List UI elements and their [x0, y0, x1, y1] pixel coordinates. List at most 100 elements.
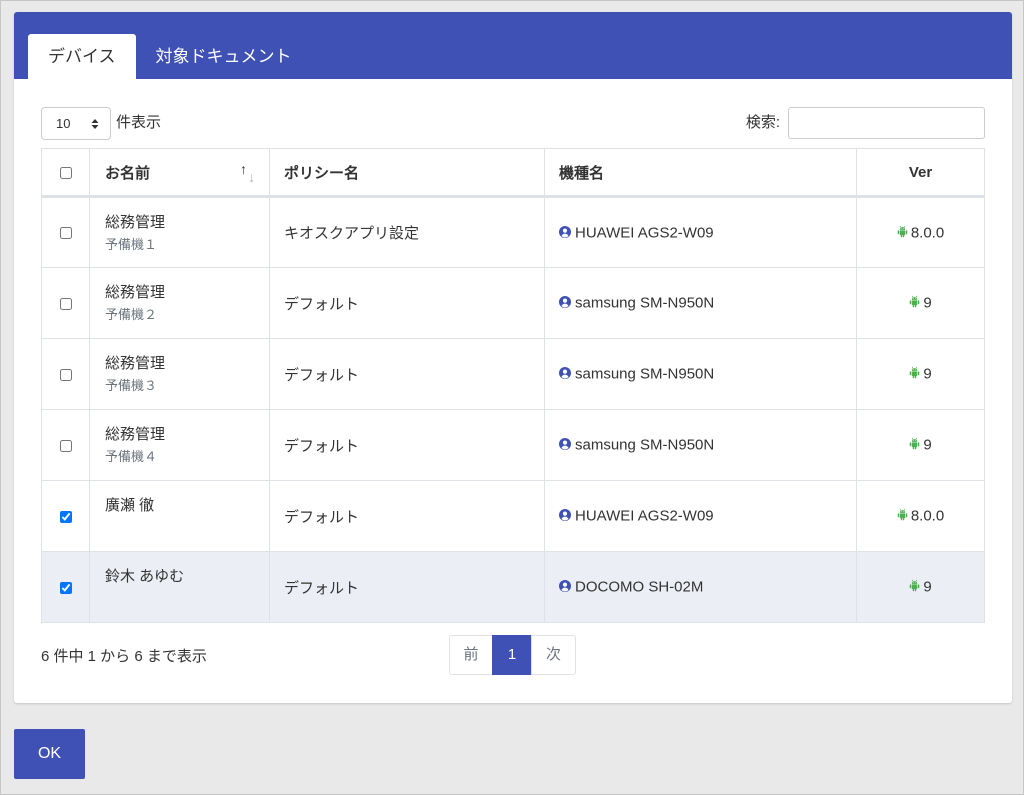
android-icon: [909, 366, 920, 379]
name-cell: 廣瀬 徹: [89, 480, 270, 552]
model-name: samsung SM-N950N: [575, 294, 715, 312]
row-select-cell: [41, 409, 90, 481]
row-select-cell: [41, 480, 90, 552]
up-down-caret-icon: [91, 118, 99, 130]
os-version: 9: [923, 294, 932, 312]
user-circle-icon: [559, 438, 571, 451]
device-label: 予備機４: [105, 449, 158, 464]
user-circle-icon: [559, 367, 571, 380]
os-version: 9: [923, 578, 932, 596]
row-checkbox[interactable]: [59, 368, 72, 381]
ver-cell: 9: [856, 409, 985, 481]
row-checkbox[interactable]: [59, 581, 72, 594]
name-cell: 総務管理 予備機２: [89, 267, 270, 339]
owner-name: 廣瀬 徹: [105, 497, 155, 514]
search-label: 検索:: [745, 114, 780, 131]
page-button-1[interactable]: 1: [492, 635, 532, 675]
policy-cell: デフォルト: [269, 551, 545, 623]
row-checkbox[interactable]: [59, 297, 72, 310]
table-row: 鈴木 あゆむ デフォルト DOCOMO SH-02M 9: [41, 551, 985, 623]
user-circle-icon: [559, 296, 571, 309]
tab-target-documents[interactable]: 対象ドキュメント: [136, 34, 312, 79]
device-label: 予備機１: [105, 237, 158, 252]
os-version: 8.0.0: [910, 224, 945, 242]
name-cell: 鈴木 あゆむ: [89, 551, 270, 623]
android-icon: [909, 295, 920, 308]
table-info: 6 件中 1 から 6 まで表示: [41, 648, 207, 665]
sort-icon[interactable]: ↑ ↓: [240, 162, 258, 184]
tab-devices[interactable]: デバイス: [28, 34, 136, 79]
name-cell: 総務管理 予備機３: [89, 338, 270, 410]
owner-name: 総務管理: [105, 426, 166, 443]
policy-cell: デフォルト: [269, 409, 545, 481]
dialog-frame: デバイス 対象ドキュメント 10 件表示 検索: お名前 ↑ ↓ ポリシー名 機…: [0, 0, 1024, 795]
row-checkbox[interactable]: [59, 510, 72, 523]
table-row: 廣瀬 徹 デフォルト HUAWEI AGS2-W09 8.0.0: [41, 480, 985, 552]
android-icon: [909, 579, 920, 592]
table-row: 総務管理 予備機１ キオスクアプリ設定 HUAWEI AGS2-W09 8.0.…: [41, 196, 985, 268]
device-label: 予備機２: [105, 307, 158, 322]
name-cell: 総務管理 予備機４: [89, 409, 270, 481]
column-header-policy[interactable]: ポリシー名: [269, 148, 545, 198]
ver-cell: 9: [856, 267, 985, 339]
owner-name: 総務管理: [105, 214, 166, 231]
table-row: 総務管理 予備機３ デフォルト samsung SM-N950N 9: [41, 338, 985, 410]
device-panel: デバイス 対象ドキュメント 10 件表示 検索: お名前 ↑ ↓ ポリシー名 機…: [14, 12, 1012, 703]
model-cell: samsung SM-N950N: [544, 338, 857, 410]
column-header-ver[interactable]: Ver: [856, 148, 985, 198]
ver-cell: 8.0.0: [856, 196, 985, 268]
model-name: HUAWEI AGS2-W09: [575, 507, 714, 525]
device-table: お名前 ↑ ↓ ポリシー名 機種名 Ver 総務管理 予備機１ キオスクアプリ設定: [41, 148, 985, 623]
model-cell: samsung SM-N950N: [544, 409, 857, 481]
tabs: デバイス 対象ドキュメント: [28, 34, 312, 79]
policy-cell: デフォルト: [269, 480, 545, 552]
model-name: HUAWEI AGS2-W09: [575, 224, 714, 242]
model-name: DOCOMO SH-02M: [575, 578, 704, 596]
policy-cell: デフォルト: [269, 338, 545, 410]
row-checkbox[interactable]: [59, 439, 72, 452]
table-row: 総務管理 予備機４ デフォルト samsung SM-N950N 9: [41, 409, 985, 481]
model-cell: HUAWEI AGS2-W09: [544, 196, 857, 268]
page-length-label: 件表示: [116, 114, 162, 131]
user-circle-icon: [559, 580, 571, 593]
model-name: samsung SM-N950N: [575, 365, 715, 383]
search-input[interactable]: [788, 107, 985, 139]
select-all-checkbox[interactable]: [59, 166, 72, 179]
row-select-cell: [41, 196, 90, 268]
page-length-select[interactable]: 10: [41, 107, 111, 140]
row-select-cell: [41, 551, 90, 623]
prev-page-button[interactable]: 前: [449, 635, 493, 675]
owner-name: 総務管理: [105, 355, 166, 372]
next-page-button[interactable]: 次: [531, 635, 576, 675]
owner-name: 総務管理: [105, 284, 166, 301]
pagination: 前 1 次: [449, 635, 576, 675]
model-cell: samsung SM-N950N: [544, 267, 857, 339]
ver-cell: 8.0.0: [856, 480, 985, 552]
column-header-model[interactable]: 機種名: [544, 148, 857, 198]
table-row: 総務管理 予備機２ デフォルト samsung SM-N950N 9: [41, 267, 985, 339]
page-length-value: 10: [56, 116, 71, 131]
ver-cell: 9: [856, 551, 985, 623]
user-circle-icon: [559, 509, 571, 522]
policy-cell: デフォルト: [269, 267, 545, 339]
name-cell: 総務管理 予備機１: [89, 196, 270, 268]
model-cell: HUAWEI AGS2-W09: [544, 480, 857, 552]
ver-cell: 9: [856, 338, 985, 410]
row-select-cell: [41, 338, 90, 410]
os-version: 8.0.0: [910, 507, 945, 525]
row-select-cell: [41, 267, 90, 339]
user-circle-icon: [559, 225, 571, 238]
select-all-cell: [41, 148, 90, 198]
android-icon: [897, 508, 908, 521]
os-version: 9: [923, 365, 932, 383]
tab-bar: デバイス 対象ドキュメント: [14, 12, 1012, 79]
device-label: 予備機３: [105, 378, 158, 393]
model-cell: DOCOMO SH-02M: [544, 551, 857, 623]
os-version: 9: [923, 436, 932, 454]
policy-cell: キオスクアプリ設定: [269, 196, 545, 268]
android-icon: [897, 225, 908, 238]
column-header-name[interactable]: お名前 ↑ ↓: [89, 148, 270, 198]
android-icon: [909, 437, 920, 450]
ok-button[interactable]: OK: [14, 729, 85, 779]
row-checkbox[interactable]: [59, 227, 72, 240]
